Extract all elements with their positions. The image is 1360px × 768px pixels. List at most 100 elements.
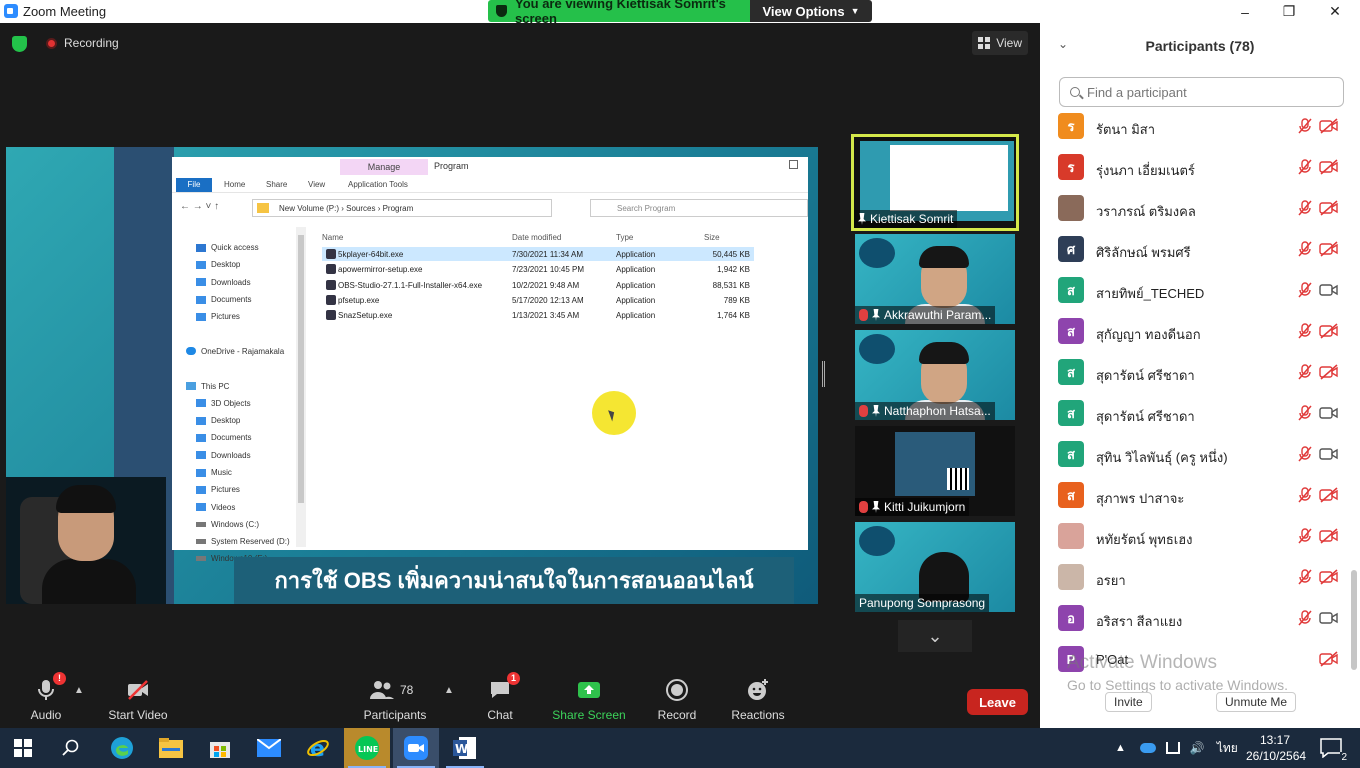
- camera-off-icon: [1319, 118, 1339, 134]
- participant-name: สุดารัตน์ ศรีชาดา: [1096, 409, 1195, 424]
- windows-taskbar: e LINE W ▲ 🔊 ไทย 13:17 26/10/2564 2: [0, 728, 1360, 768]
- folder-icon: [196, 399, 206, 408]
- logo-icon: [859, 334, 895, 364]
- start-icon[interactable]: [0, 728, 46, 768]
- pin-icon: [858, 213, 866, 225]
- participant-name: อรยา: [1096, 573, 1126, 588]
- more-thumbnails-button[interactable]: ⌄: [898, 620, 972, 652]
- chat-unread-badge: 1: [507, 672, 520, 685]
- onedrive-icon[interactable]: [1139, 743, 1156, 753]
- show-hidden-icons-icon[interactable]: ▲: [1115, 742, 1126, 754]
- record-button[interactable]: Record: [654, 671, 700, 728]
- file-explorer-icon[interactable]: [148, 728, 194, 768]
- mini-shared-screen: [860, 141, 1014, 221]
- audio-button[interactable]: ! Audio: [22, 671, 70, 728]
- avatar: ส: [1058, 400, 1084, 426]
- taskbar-clock[interactable]: 13:17 26/10/2564: [1246, 732, 1306, 764]
- zoom-icon[interactable]: [393, 728, 439, 768]
- resize-handle[interactable]: [822, 361, 825, 387]
- store-icon[interactable]: [197, 728, 243, 768]
- input-language[interactable]: ไทย: [1217, 739, 1238, 758]
- network-icon[interactable]: [1165, 742, 1180, 754]
- audio-options-caret[interactable]: ▲: [74, 685, 84, 696]
- view-options-button[interactable]: View Options ▼: [750, 0, 872, 22]
- drive-icon: [196, 539, 206, 545]
- tree-item: Pictures: [186, 308, 296, 325]
- avatar: [1058, 564, 1084, 590]
- line-icon[interactable]: LINE: [344, 728, 390, 768]
- mic-muted-icon: [1297, 487, 1313, 503]
- minimize-button[interactable]: –: [1222, 0, 1268, 23]
- participant-row[interactable]: อ อริสรา สีลาแยง: [1040, 598, 1350, 639]
- tree-item: Documents: [186, 291, 296, 308]
- start-video-label: Start Video: [108, 708, 168, 722]
- participant-row[interactable]: วราภรณ์ ตริมงคล: [1040, 188, 1350, 229]
- file-row: apowermirror-setup.exe 7/23/2021 10:45 PM…: [322, 262, 754, 276]
- participant-row[interactable]: ร รัตนา มิสา: [1040, 113, 1350, 147]
- ie-icon[interactable]: e: [295, 728, 341, 768]
- participant-row[interactable]: ส สุกัญญา ทองดีนอก: [1040, 311, 1350, 352]
- address-path: New Volume (P:) › Sources › Program: [279, 204, 414, 213]
- participant-row[interactable]: ส สายทิพย์_TECHED: [1040, 270, 1350, 311]
- tree-scrollbar: [296, 227, 306, 547]
- tile-label: Kiettisak Somrit: [854, 210, 958, 228]
- participant-row[interactable]: ร รุ่งนภา เอี่ยมเนตร์: [1040, 147, 1350, 188]
- tree-item-label: Pictures: [211, 485, 240, 495]
- avatar: [1058, 195, 1084, 221]
- participant-search-input[interactable]: Find a participant: [1059, 77, 1344, 107]
- close-button[interactable]: ✕: [1312, 0, 1358, 23]
- security-shield-icon[interactable]: [12, 36, 27, 52]
- folder-icon: [196, 312, 206, 321]
- participant-row[interactable]: ส สุภาพร ปาสาจะ: [1040, 475, 1350, 516]
- maximize-button[interactable]: ❐: [1266, 0, 1312, 23]
- camera-off-icon: [1319, 364, 1339, 380]
- mail-icon[interactable]: [246, 728, 292, 768]
- leave-button[interactable]: Leave: [967, 689, 1028, 715]
- participants-options-caret[interactable]: ▲: [444, 685, 454, 696]
- start-video-button[interactable]: Start Video: [104, 671, 172, 728]
- edge-icon[interactable]: [99, 728, 145, 768]
- participant-row[interactable]: ส สุดารัตน์ ศรีชาดา: [1040, 393, 1350, 434]
- participant-list-scrollbar[interactable]: [1350, 110, 1358, 675]
- tree-item-label: Music: [211, 468, 232, 477]
- reactions-button[interactable]: Reactions: [728, 671, 788, 728]
- participant-row[interactable]: ส สุดารัตน์ ศรีชาดา: [1040, 352, 1350, 393]
- participants-icon: 78: [370, 678, 420, 702]
- chevron-down-icon: ▼: [850, 6, 860, 16]
- share-screen-button[interactable]: Share Screen: [550, 671, 628, 728]
- chat-button[interactable]: 1 Chat: [480, 671, 520, 728]
- tree-item: OneDrive - Rajamakala: [186, 343, 296, 360]
- participant-name: สุภาพร ปาสาจะ: [1096, 491, 1185, 506]
- camera-icon: [1319, 446, 1339, 462]
- video-tile[interactable]: Natthaphon Hatsa...: [855, 330, 1015, 420]
- participant-row[interactable]: หทัยรัตน์ พุทธเฮง: [1040, 516, 1350, 557]
- participant-row[interactable]: อรยา: [1040, 557, 1350, 598]
- recording-label[interactable]: Recording: [64, 36, 119, 50]
- tree-item: System Reserved (D:): [186, 533, 296, 550]
- avatar: [1058, 523, 1084, 549]
- word-icon[interactable]: W: [442, 728, 488, 768]
- avatar: ส: [1058, 359, 1084, 385]
- file-name: apowermirror-setup.exe: [338, 265, 423, 275]
- invite-button[interactable]: Invite: [1105, 692, 1152, 712]
- file-name: pfsetup.exe: [338, 295, 380, 305]
- search-icon[interactable]: [48, 728, 94, 768]
- ribbon-view: View: [308, 180, 326, 189]
- participant-row[interactable]: ศ ศิริลักษณ์ พรมศรี: [1040, 229, 1350, 270]
- file-date: 7/30/2021 11:34 AM: [512, 250, 584, 259]
- avatar: ร: [1058, 113, 1084, 139]
- title-bar: Zoom Meeting You are viewing Kiettisak S…: [0, 0, 1360, 26]
- video-tile[interactable]: Panupong Somprasong: [855, 522, 1015, 612]
- video-tile[interactable]: Akkrawuthi Param...: [855, 234, 1015, 324]
- volume-icon[interactable]: 🔊: [1190, 741, 1205, 755]
- view-button[interactable]: View: [972, 31, 1028, 55]
- unmute-me-button[interactable]: Unmute Me: [1216, 692, 1297, 712]
- participants-button[interactable]: 78 Participants: [362, 671, 428, 728]
- participant-name: รัตนา มิสา: [1096, 122, 1156, 137]
- person-hair: [919, 342, 969, 364]
- participant-row[interactable]: ส สุทิน วิไลพันธุ์ (ครู หนึ่ง): [1040, 434, 1350, 475]
- video-tile[interactable]: Kiettisak Somrit: [851, 134, 1019, 231]
- notification-center-icon[interactable]: 2: [1308, 728, 1354, 768]
- video-tile[interactable]: Kitti Juikumjorn: [855, 426, 1015, 516]
- file-size: 789 KB: [723, 295, 750, 305]
